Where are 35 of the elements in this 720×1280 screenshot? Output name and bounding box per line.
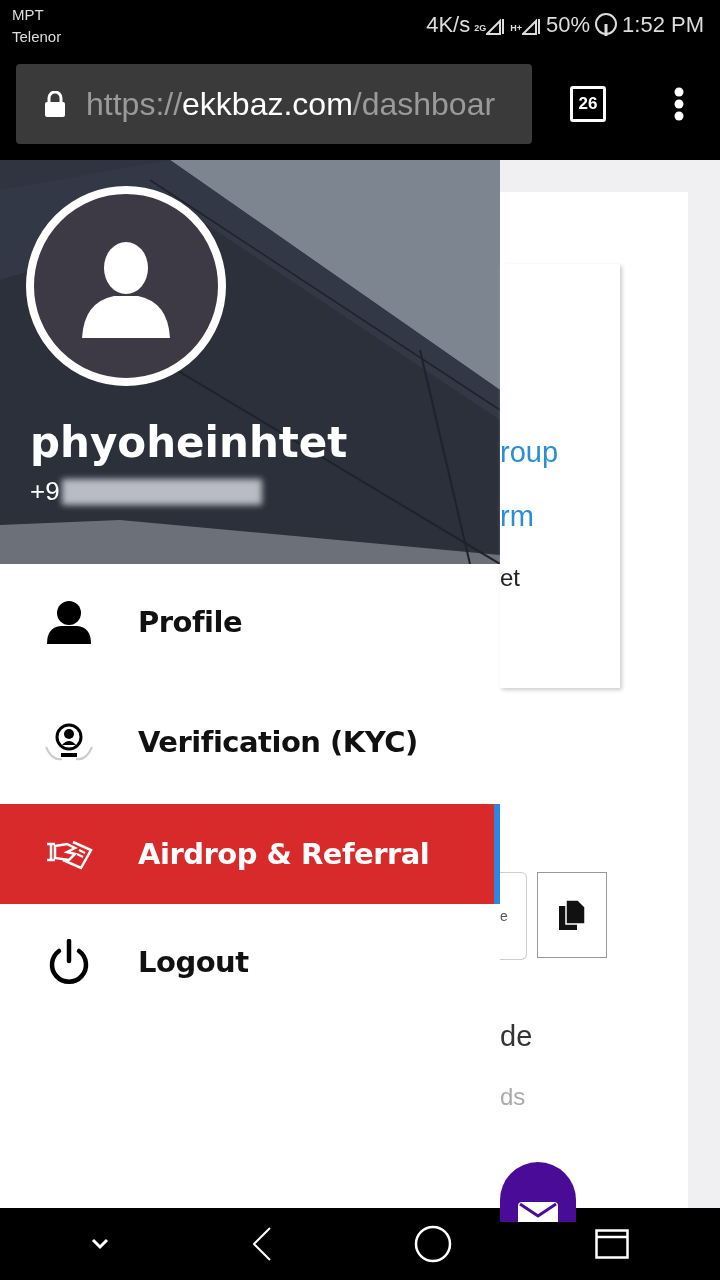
text-label: de <box>500 1020 534 1053</box>
carrier-name: Telenor <box>12 27 62 47</box>
network-speed: 4K/s <box>426 12 471 38</box>
menu-item[interactable]: Airdrop & Referral <box>0 804 500 904</box>
text-label: ds <box>500 1083 527 1111</box>
text-label: et <box>500 564 521 592</box>
copy-icon <box>559 900 585 930</box>
mail-button[interactable] <box>500 1162 576 1222</box>
mail-icon <box>518 1202 558 1222</box>
menu-item[interactable]: Verification (KYC) <box>0 680 500 804</box>
link[interactable]: rm <box>500 500 620 564</box>
handshake-icon <box>45 838 93 870</box>
copy-button[interactable] <box>537 872 607 958</box>
recent-apps-icon[interactable] <box>594 1229 629 1259</box>
link[interactable]: roup <box>500 436 620 500</box>
input-field[interactable]: e <box>500 872 527 960</box>
phone-number: +9 <box>30 476 60 507</box>
clock: 1:52 PM <box>622 12 704 38</box>
menu-item[interactable]: Logout <box>0 904 500 1020</box>
chevron-down-icon[interactable] <box>91 1238 110 1250</box>
lock-icon <box>44 91 66 117</box>
network-type: H+ <box>510 23 522 33</box>
person-icon <box>46 600 92 644</box>
address-bar[interactable]: https://ekkbaz.com/dashboar <box>16 64 532 144</box>
url-text: https://ekkbaz.com/dashboar <box>86 85 496 123</box>
power-icon <box>48 939 90 985</box>
username: phyoheinhtet <box>30 418 348 467</box>
back-icon[interactable] <box>251 1227 272 1261</box>
battery-percent: 50% <box>546 12 591 38</box>
home-icon[interactable] <box>414 1225 453 1263</box>
network-type: 2G <box>474 23 487 33</box>
tab-count-button[interactable]: 26 <box>570 86 606 122</box>
menu-item[interactable]: Profile <box>0 564 500 680</box>
carrier-name: MPT <box>12 5 45 25</box>
menu-icon[interactable] <box>674 87 684 121</box>
